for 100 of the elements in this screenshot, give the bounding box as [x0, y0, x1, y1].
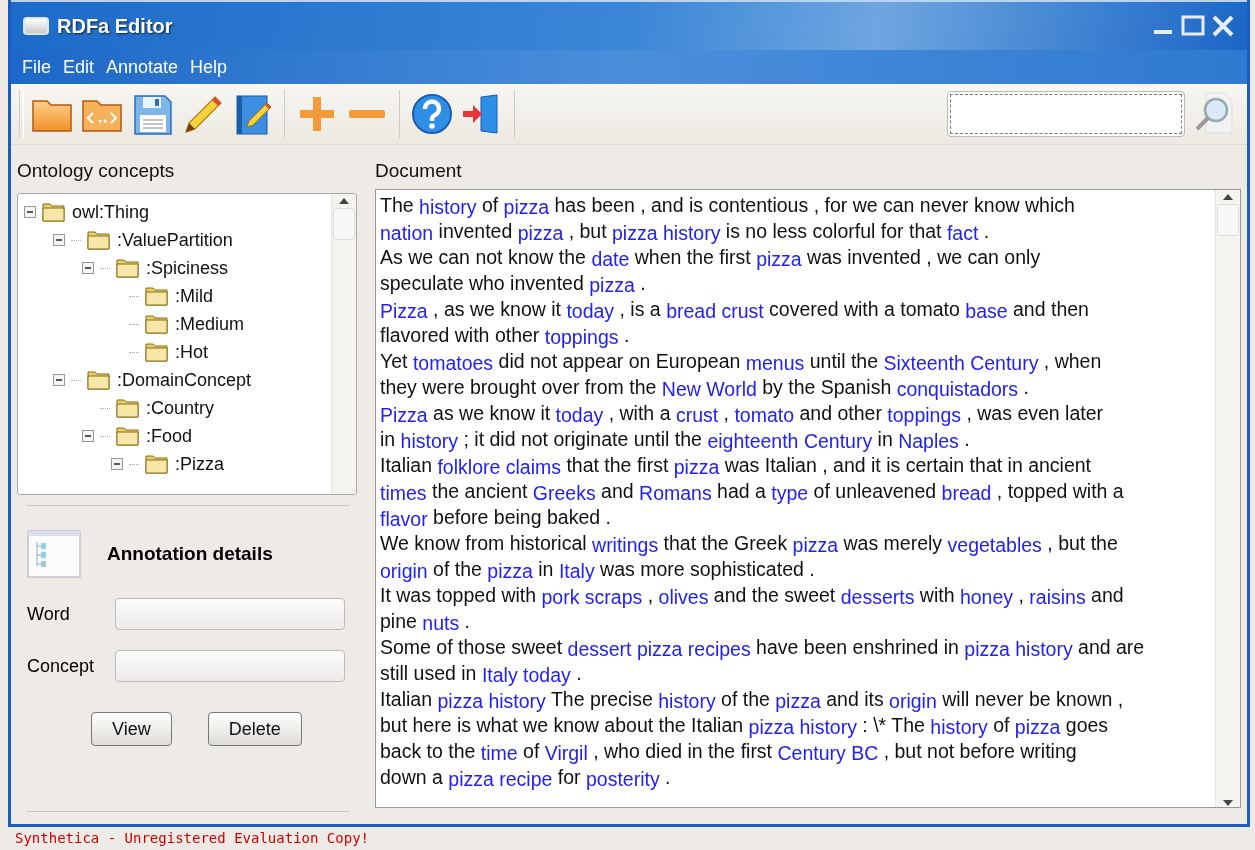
annotated-word[interactable]: pizza history: [437, 688, 546, 714]
annotated-word[interactable]: history: [658, 688, 716, 714]
tree-item[interactable]: :Spiciness: [146, 257, 229, 279]
annotated-word[interactable]: pizza history: [612, 220, 721, 246]
document-text: Italian: [380, 454, 434, 478]
annotated-word[interactable]: pizza: [589, 272, 635, 298]
search-field[interactable]: [947, 91, 1185, 137]
annotated-word[interactable]: times: [380, 480, 427, 506]
annotated-word[interactable]: pizza: [673, 454, 720, 480]
annotated-word[interactable]: pizza: [792, 532, 839, 558]
annotated-word[interactable]: conquistadors: [896, 376, 1019, 402]
collapse-icon[interactable]: [82, 262, 94, 274]
collapse-icon[interactable]: [82, 430, 94, 442]
input-field[interactable]: [115, 650, 345, 682]
annotated-word[interactable]: pizza: [503, 194, 550, 220]
annotated-word[interactable]: fact: [946, 220, 979, 246]
annotated-word[interactable]: flavor: [380, 506, 428, 532]
tree-item[interactable]: :Food: [146, 425, 193, 447]
collapse-icon[interactable]: [24, 206, 36, 218]
collapse-icon[interactable]: [111, 458, 123, 470]
tree-item[interactable]: :Mild: [175, 285, 213, 307]
annotated-word[interactable]: raisins: [1029, 584, 1086, 610]
annotated-word[interactable]: eighteenth Century: [707, 428, 873, 454]
close-icon[interactable]: [1211, 15, 1235, 37]
scroll-thumb[interactable]: [333, 208, 355, 240]
annotated-word[interactable]: today: [555, 402, 604, 428]
annotated-word[interactable]: Italy: [558, 558, 595, 584]
annotated-word[interactable]: today: [566, 298, 615, 324]
annotated-word[interactable]: tomato: [734, 402, 795, 428]
scrollbar[interactable]: [1215, 190, 1240, 807]
annotated-word[interactable]: pizza: [1014, 714, 1061, 740]
tree-item[interactable]: :Hot: [175, 341, 208, 363]
annotated-word[interactable]: tomatoes: [412, 350, 494, 376]
annotated-word[interactable]: honey: [959, 584, 1014, 610]
annotated-word[interactable]: base: [965, 298, 1008, 324]
scroll-down-icon[interactable]: [1222, 799, 1234, 807]
scroll-up-icon[interactable]: [1222, 193, 1234, 201]
tree-item[interactable]: owl:Thing: [72, 201, 150, 223]
annotated-word[interactable]: pizza recipe: [448, 766, 553, 792]
annotated-word[interactable]: dessert pizza recipes: [567, 636, 751, 662]
annotated-word[interactable]: Naples: [898, 428, 959, 454]
annotated-word[interactable]: date: [591, 246, 630, 272]
tree-item[interactable]: :Pizza: [175, 453, 225, 475]
annotated-word[interactable]: pork scraps: [541, 584, 643, 610]
annotated-word[interactable]: pizza: [775, 688, 821, 714]
tree-item[interactable]: :ValuePartition: [117, 229, 233, 251]
annotated-word[interactable]: nation: [380, 220, 434, 246]
annotated-word[interactable]: Romans: [639, 480, 712, 506]
collapse-icon[interactable]: [53, 374, 65, 386]
tree-item[interactable]: :Medium: [175, 313, 245, 335]
annotated-word[interactable]: pizza: [756, 246, 802, 272]
menu-item[interactable]: Help: [185, 54, 233, 80]
maximize-icon[interactable]: [1181, 15, 1205, 37]
annotated-word[interactable]: Pizza: [380, 402, 428, 428]
scrollbar[interactable]: [331, 194, 356, 494]
annotated-word[interactable]: Greeks: [532, 480, 596, 506]
annotated-word[interactable]: history: [400, 428, 459, 454]
annotated-word[interactable]: history: [419, 194, 477, 220]
annotated-word[interactable]: Century BC: [777, 740, 879, 766]
annotated-word[interactable]: folklore claims: [437, 454, 561, 480]
annotated-word[interactable]: toppings: [544, 324, 619, 350]
annotated-word[interactable]: toppings: [887, 402, 962, 428]
annotated-word[interactable]: bread crust: [666, 298, 764, 324]
annotated-word[interactable]: pizza: [487, 558, 533, 584]
annotated-word[interactable]: menus: [745, 350, 805, 376]
collapse-icon[interactable]: [53, 234, 65, 246]
annotated-word[interactable]: olives: [658, 584, 709, 610]
save-icon[interactable]: [131, 93, 173, 135]
annotated-word[interactable]: pizza history: [964, 636, 1073, 662]
annotated-word[interactable]: posterity: [585, 766, 660, 792]
annotated-word[interactable]: Virgil: [544, 740, 588, 766]
annotated-word[interactable]: origin: [889, 688, 937, 714]
annotated-word[interactable]: vegetables: [947, 532, 1042, 558]
annotated-word[interactable]: New World: [661, 376, 757, 402]
button[interactable]: View: [91, 712, 172, 746]
annotated-word[interactable]: origin: [380, 558, 428, 584]
menu-item[interactable]: Edit: [58, 54, 100, 80]
annotated-word[interactable]: Pizza: [380, 298, 428, 324]
annotated-word[interactable]: type: [771, 480, 809, 506]
document-text: The precise: [549, 688, 654, 712]
tree-item[interactable]: :DomainConcept: [117, 369, 252, 391]
help-icon[interactable]: [411, 93, 453, 135]
scroll-up-icon[interactable]: [338, 197, 350, 205]
scroll-thumb[interactable]: [1217, 204, 1239, 236]
annotated-word[interactable]: Italy today: [481, 662, 571, 688]
menu-item[interactable]: File: [17, 54, 56, 80]
menu-item[interactable]: Annotate: [101, 54, 184, 80]
annotated-word[interactable]: Sixteenth Century: [883, 350, 1039, 376]
annotated-word[interactable]: writings: [592, 532, 659, 558]
annotated-word[interactable]: crust: [675, 402, 719, 428]
annotated-word[interactable]: pizza: [517, 220, 564, 246]
annotated-word[interactable]: time: [480, 740, 518, 766]
annotated-word[interactable]: desserts: [840, 584, 915, 610]
annotated-word[interactable]: bread: [941, 480, 992, 506]
input-field[interactable]: [115, 598, 345, 630]
annotated-word[interactable]: nuts: [422, 610, 460, 636]
annotated-word[interactable]: history: [930, 714, 988, 740]
button[interactable]: Delete: [207, 712, 302, 746]
tree-item[interactable]: :Country: [146, 397, 215, 419]
annotated-word[interactable]: pizza history: [748, 714, 857, 740]
